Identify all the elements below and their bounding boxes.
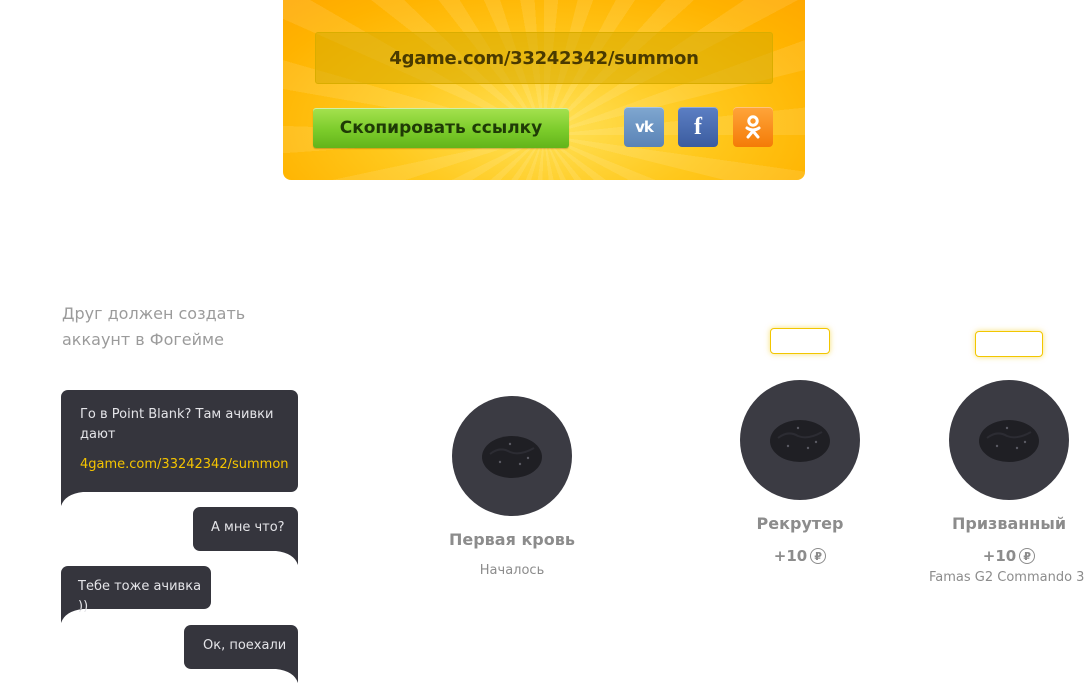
achievement-badge <box>740 380 860 500</box>
facebook-share-button[interactable]: f <box>678 107 718 147</box>
ruble-icon: ₽ <box>810 548 827 564</box>
achievement-cookie-icon <box>482 436 542 478</box>
achievement-badge-placeholder <box>975 331 1043 357</box>
reward-amount: +10 <box>773 547 808 565</box>
achievement-reward: +10 ₽ <box>720 547 880 565</box>
share-link-field[interactable]: 4game.com/33242342/summon <box>315 32 773 84</box>
achievement-status: Началось <box>479 563 545 578</box>
achievement-reward: +10 ₽ <box>929 547 1085 565</box>
achievement-cookie-icon <box>979 420 1039 462</box>
chat-invite-link[interactable]: 4game.com/33242342/summon <box>80 455 289 475</box>
ruble-icon: ₽ <box>1019 548 1036 564</box>
sunburst-background <box>283 0 805 180</box>
achievement-recruiter[interactable]: Рекрутер +10 ₽ <box>720 380 880 565</box>
share-panel: 4game.com/33242342/summon Скопировать сс… <box>283 0 805 180</box>
vk-icon: vk <box>635 118 654 136</box>
achievement-first-blood[interactable]: Первая кровь Началось <box>432 396 592 578</box>
achievement-cookie-icon <box>770 420 830 462</box>
instruction-text: Друг должен создать аккаунт в Фогейме <box>62 304 246 349</box>
vk-share-button[interactable]: vk <box>624 107 664 147</box>
facebook-icon: f <box>694 113 702 140</box>
chat-message-text: А мне что? <box>211 520 285 535</box>
achievement-badge <box>452 396 572 516</box>
achievement-badge-placeholder <box>770 328 830 354</box>
achievement-badge <box>949 380 1069 500</box>
chat-message-1: Го в Point Blank? Там ачивки дают 4game.… <box>61 390 298 492</box>
copy-link-button[interactable]: Скопировать ссылку <box>313 108 569 148</box>
chat-bubble-tail <box>61 492 83 506</box>
chat-bubble-tail <box>61 609 83 623</box>
odnoklassniki-icon <box>745 115 761 139</box>
chat-message-3: Тебе тоже ачивка )) <box>61 566 211 614</box>
chat-message-text: Го в Point Blank? Там ачивки дают <box>80 407 274 442</box>
odnoklassniki-share-button[interactable] <box>733 107 773 147</box>
achievement-name: Первая кровь <box>448 530 575 549</box>
chat-message-text: Ок, поехали <box>203 638 287 653</box>
reward-amount: +10 <box>982 547 1017 565</box>
chat-bubble-tail <box>276 669 298 683</box>
achievement-item-reward: Famas G2 Commando 3D <box>929 570 1085 585</box>
achievement-summoned[interactable]: Призванный +10 ₽ Famas G2 Commando 3D <box>929 380 1085 585</box>
achievement-name: Рекрутер <box>756 514 844 533</box>
chat-bubble-tail <box>276 551 298 565</box>
chat-message-text: Тебе тоже ачивка )) <box>78 579 202 614</box>
chat-message-4: Ок, поехали <box>184 625 298 669</box>
achievement-name: Призванный <box>951 514 1067 533</box>
chat-message-2: А мне что? <box>193 507 298 551</box>
